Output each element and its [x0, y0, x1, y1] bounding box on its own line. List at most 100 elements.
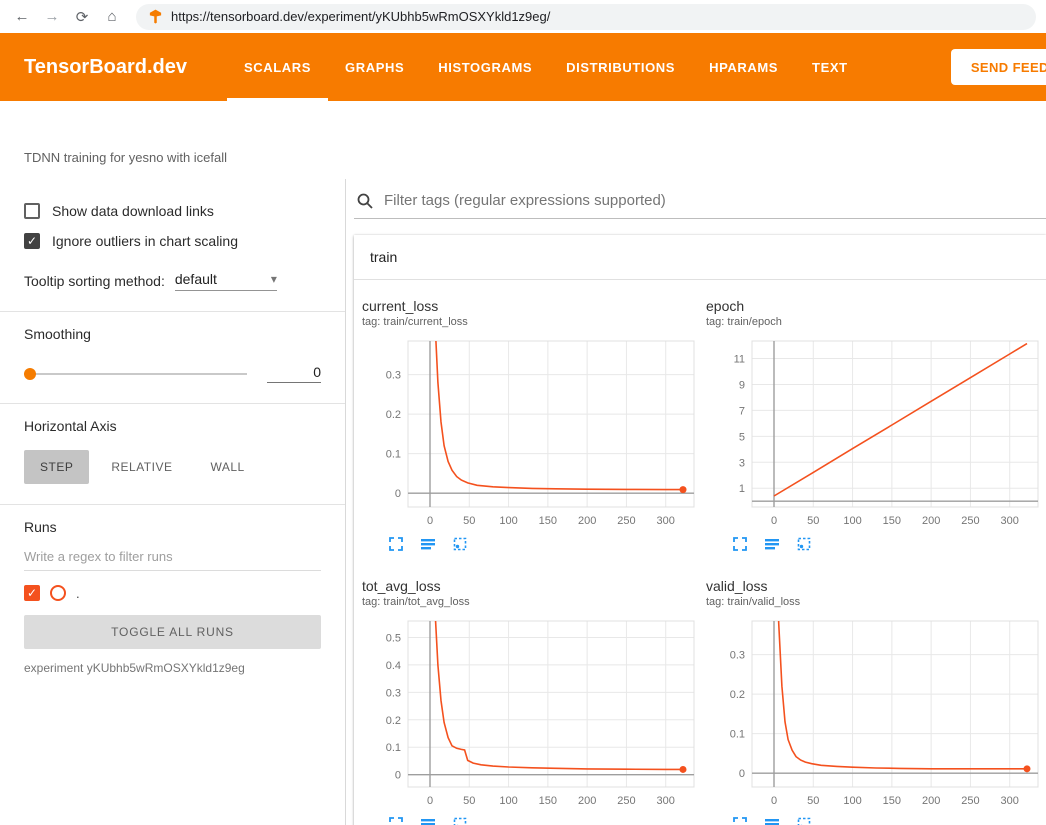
axis-wall-button[interactable]: WALL — [194, 450, 260, 484]
sidebar-section-runs: Runs ✓ . TOGGLE ALL RUNS experiment yKUb… — [0, 505, 345, 695]
chart-current-loss: current_loss tag: train/current_loss 050… — [362, 298, 704, 552]
chart-toolbar — [362, 816, 704, 825]
data-table-icon[interactable] — [420, 816, 436, 825]
chart-plot-current-loss[interactable]: 05010015020025030000.10.20.3 — [362, 336, 700, 530]
svg-text:250: 250 — [617, 795, 635, 807]
main-nav: SCALARS GRAPHS HISTOGRAMS DISTRIBUTIONS … — [227, 33, 865, 101]
svg-text:250: 250 — [961, 795, 979, 807]
svg-text:0: 0 — [427, 795, 433, 807]
tab-distributions[interactable]: DISTRIBUTIONS — [549, 33, 692, 101]
data-table-icon[interactable] — [764, 536, 780, 552]
url-text: https://tensorboard.dev/experiment/yKUbh… — [171, 9, 550, 24]
svg-text:0: 0 — [395, 770, 401, 782]
svg-text:0.4: 0.4 — [386, 660, 401, 672]
show-download-links-checkbox[interactable] — [24, 203, 40, 219]
back-icon[interactable]: ← — [10, 5, 34, 29]
chart-tot-avg-loss: tot_avg_loss tag: train/tot_avg_loss 050… — [362, 578, 704, 825]
home-icon[interactable]: ⌂ — [100, 5, 124, 29]
svg-text:100: 100 — [499, 795, 517, 807]
svg-text:200: 200 — [578, 515, 596, 527]
svg-text:150: 150 — [539, 515, 557, 527]
tooltip-sorting-label: Tooltip sorting method: — [24, 273, 165, 289]
tooltip-sorting-dropdown[interactable]: default ▾ — [175, 271, 277, 291]
page: ← → ⟳ ⌂ https://tensorboard.dev/experime… — [0, 0, 1046, 825]
svg-text:0: 0 — [395, 488, 401, 500]
chart-tag: tag: train/current_loss — [362, 316, 704, 328]
svg-text:100: 100 — [843, 795, 861, 807]
svg-text:300: 300 — [1001, 515, 1019, 527]
experiment-title: TDNN training for yesno with icefall — [24, 150, 227, 165]
svg-text:200: 200 — [922, 795, 940, 807]
run-name: . — [76, 586, 80, 601]
expand-chart-icon[interactable] — [388, 816, 404, 825]
svg-text:0.2: 0.2 — [386, 409, 401, 421]
tag-filter-row — [354, 185, 1046, 219]
chart-tag: tag: train/tot_avg_loss — [362, 596, 704, 608]
axis-step-button[interactable]: STEP — [24, 450, 89, 484]
chart-plot-tot-avg-loss[interactable]: 05010015020025030000.10.20.30.40.5 — [362, 616, 700, 810]
chart-title: epoch — [706, 298, 1046, 314]
svg-text:150: 150 — [883, 515, 901, 527]
tab-text[interactable]: TEXT — [795, 33, 865, 101]
ignore-outliers-checkbox[interactable]: ✓ — [24, 233, 40, 249]
svg-text:0.2: 0.2 — [730, 689, 745, 701]
fit-domain-icon[interactable] — [796, 816, 812, 825]
svg-text:150: 150 — [883, 795, 901, 807]
chart-toolbar — [706, 536, 1046, 552]
svg-text:3: 3 — [739, 457, 745, 469]
smoothing-value[interactable]: 0 — [267, 364, 321, 383]
tab-histograms[interactable]: HISTOGRAMS — [421, 33, 549, 101]
show-download-links-row[interactable]: Show data download links — [24, 203, 321, 219]
chart-plot-valid-loss[interactable]: 05010015020025030000.10.20.3 — [706, 616, 1044, 810]
ignore-outliers-row[interactable]: ✓ Ignore outliers in chart scaling — [24, 233, 321, 249]
svg-text:300: 300 — [657, 795, 675, 807]
sidebar-section-smoothing: Smoothing 0 — [0, 312, 345, 404]
ignore-outliers-label: Ignore outliers in chart scaling — [52, 233, 238, 249]
chart-toolbar — [362, 536, 704, 552]
svg-text:0.3: 0.3 — [386, 370, 401, 382]
chart-title: current_loss — [362, 298, 704, 314]
app-header: TensorBoard.dev SCALARS GRAPHS HISTOGRAM… — [0, 33, 1046, 101]
reload-icon[interactable]: ⟳ — [70, 5, 94, 29]
chart-plot-epoch[interactable]: 0501001502002503001357911 — [706, 336, 1044, 530]
tag-group-header-train[interactable]: train — [354, 235, 1046, 280]
svg-text:200: 200 — [922, 515, 940, 527]
fit-domain-icon[interactable] — [796, 536, 812, 552]
tab-hparams[interactable]: HPARAMS — [692, 33, 795, 101]
runs-label: Runs — [24, 519, 321, 535]
chevron-down-icon: ▾ — [271, 272, 277, 286]
toggle-all-runs-button[interactable]: TOGGLE ALL RUNS — [24, 615, 321, 649]
svg-text:0: 0 — [771, 795, 777, 807]
show-download-links-label: Show data download links — [52, 203, 214, 219]
fit-domain-icon[interactable] — [452, 536, 468, 552]
tag-group-label: train — [370, 249, 397, 265]
smoothing-slider-thumb[interactable] — [24, 368, 36, 380]
expand-chart-icon[interactable] — [732, 536, 748, 552]
smoothing-slider[interactable] — [24, 373, 247, 375]
chart-tag: tag: train/epoch — [706, 316, 1046, 328]
svg-text:0.1: 0.1 — [386, 742, 401, 754]
axis-relative-button[interactable]: RELATIVE — [95, 450, 188, 484]
svg-text:50: 50 — [807, 515, 819, 527]
expand-chart-icon[interactable] — [732, 816, 748, 825]
address-bar[interactable]: https://tensorboard.dev/experiment/yKUbh… — [136, 4, 1036, 30]
data-table-icon[interactable] — [764, 816, 780, 825]
forward-icon[interactable]: → — [40, 5, 64, 29]
data-table-icon[interactable] — [420, 536, 436, 552]
search-icon — [356, 192, 374, 210]
svg-text:0: 0 — [427, 515, 433, 527]
expand-chart-icon[interactable] — [388, 536, 404, 552]
tab-scalars[interactable]: SCALARS — [227, 33, 328, 101]
run-row[interactable]: ✓ . — [24, 585, 321, 601]
tab-graphs[interactable]: GRAPHS — [328, 33, 421, 101]
runs-filter-input[interactable] — [24, 541, 321, 571]
fit-domain-icon[interactable] — [452, 816, 468, 825]
tensorboard-favicon — [148, 9, 163, 24]
run-checkbox[interactable]: ✓ — [24, 585, 40, 601]
send-feedback-button[interactable]: SEND FEEDBACK — [951, 49, 1046, 85]
sidebar: Show data download links ✓ Ignore outlie… — [0, 179, 346, 825]
charts-grid: current_loss tag: train/current_loss 0 50… — [354, 280, 1046, 825]
svg-text:0: 0 — [771, 515, 777, 527]
tooltip-sorting-value: default — [175, 271, 217, 287]
tag-filter-input[interactable] — [382, 191, 1046, 210]
